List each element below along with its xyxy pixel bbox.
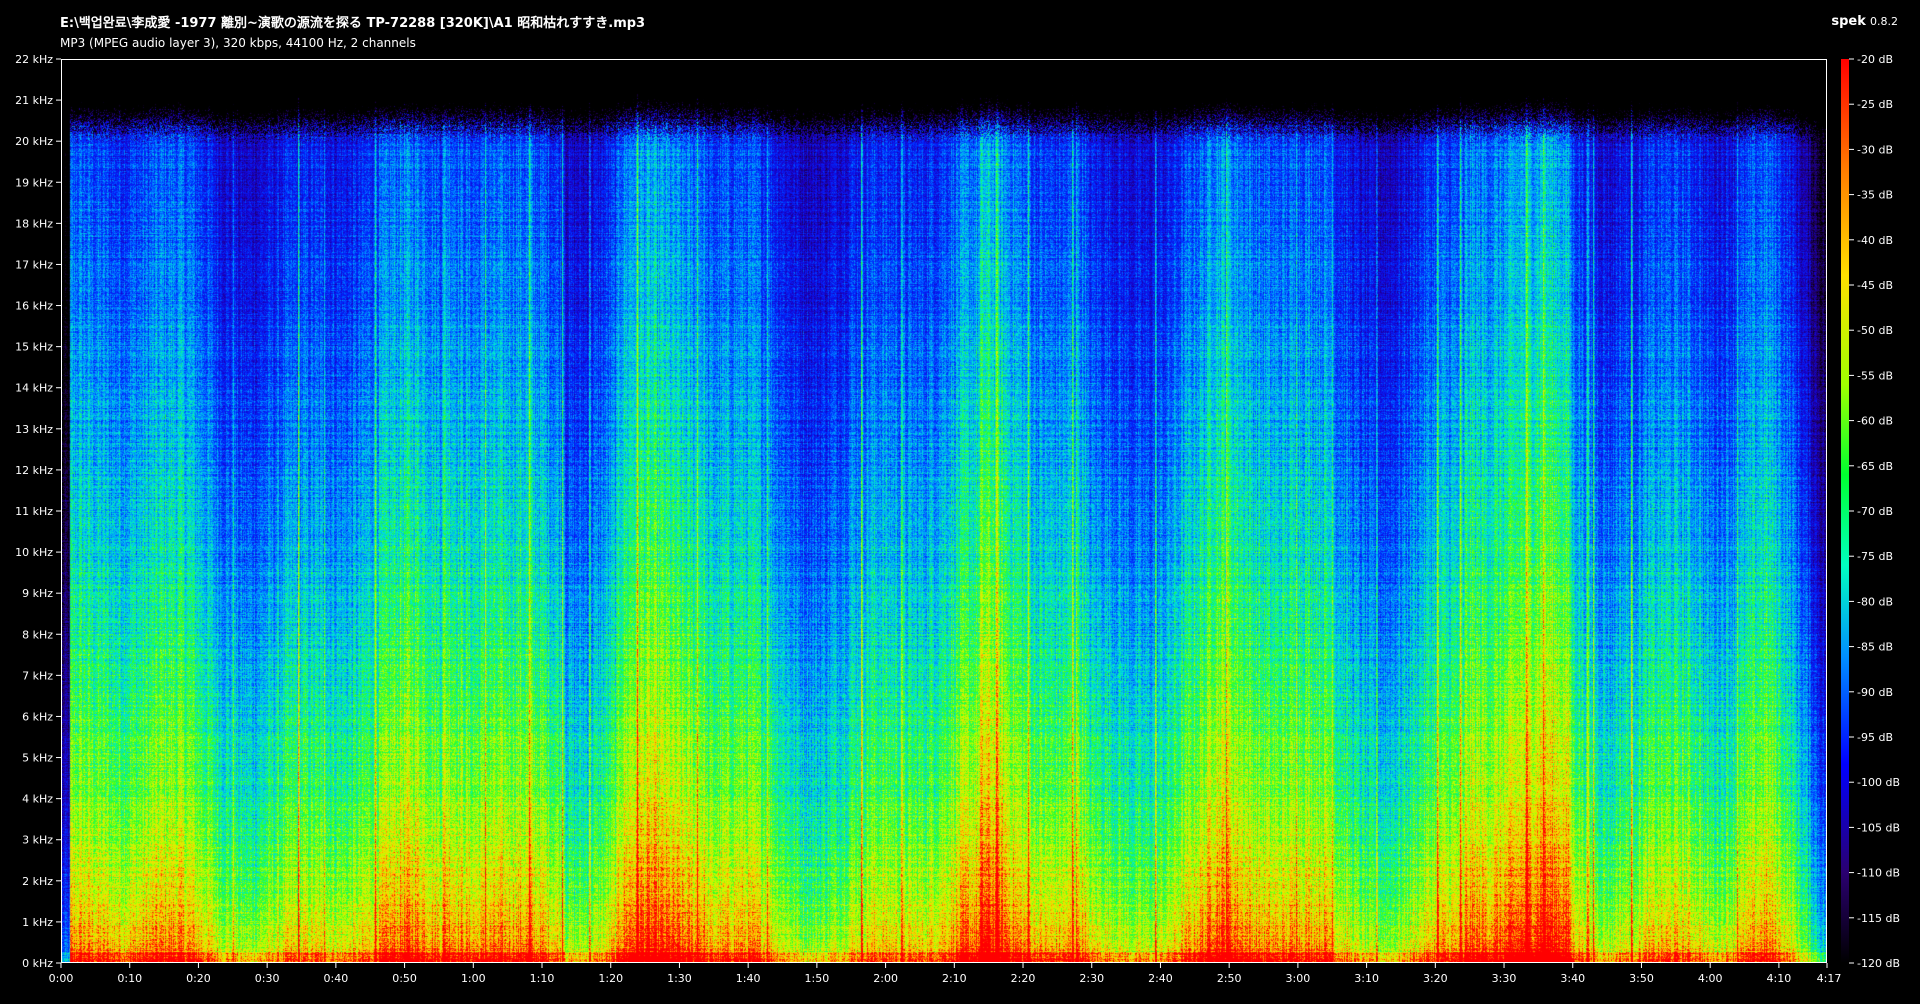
- db-tick-label: -70 dB: [1857, 505, 1893, 518]
- frequency-tick-label: 17 kHz: [15, 258, 53, 271]
- frequency-tick-label: 4 kHz: [22, 793, 53, 806]
- db-tick-label: -65 dB: [1857, 460, 1893, 473]
- time-tick-label: 3:00: [1286, 972, 1311, 985]
- time-tick-label: 0:30: [255, 972, 280, 985]
- app-branding: spek 0.8.2: [1831, 14, 1898, 29]
- db-tick-label: -85 dB: [1857, 641, 1893, 654]
- time-tick-label: 1:00: [461, 972, 486, 985]
- frequency-tick-label: 11 kHz: [15, 505, 53, 518]
- time-tick-label: 4:00: [1698, 972, 1723, 985]
- frequency-tick-label: 20 kHz: [15, 135, 53, 148]
- db-tick-label: -55 dB: [1857, 369, 1893, 382]
- time-tick-label: 0:40: [324, 972, 349, 985]
- frequency-axis: 0 kHz 1 kHz 2 kHz 3 kHz 4 kHz 5 kHz 6 kHz 7 kHz…: [15, 53, 61, 970]
- time-tick-label: 4:10: [1767, 972, 1792, 985]
- db-tick-label: -35 dB: [1857, 189, 1893, 202]
- frequency-tick-label: 22 kHz: [15, 53, 53, 66]
- time-tick-label: 3:50: [1629, 972, 1654, 985]
- frequency-tick-label: 13 kHz: [15, 423, 53, 436]
- frequency-tick-label: 12 kHz: [15, 464, 53, 477]
- db-tick-label: -80 dB: [1857, 595, 1893, 608]
- time-tick-label: 3:20: [1423, 972, 1448, 985]
- time-tick-label: 1:10: [530, 972, 555, 985]
- time-tick-label: 3:40: [1560, 972, 1585, 985]
- frequency-tick-label: 15 kHz: [15, 341, 53, 354]
- frequency-tick-label: 16 kHz: [15, 300, 53, 313]
- time-tick-label: 2:00: [873, 972, 898, 985]
- time-tick-label: 2:40: [1148, 972, 1173, 985]
- time-tick-label: 2:20: [1011, 972, 1036, 985]
- frequency-tick-label: 21 kHz: [15, 94, 53, 107]
- frequency-tick-label: 5 kHz: [22, 752, 53, 765]
- time-tick-label: 0:10: [117, 972, 142, 985]
- frequency-tick-label: 8 kHz: [22, 628, 53, 641]
- app-name: spek: [1831, 14, 1866, 29]
- time-end-label: 4:17: [1817, 972, 1842, 985]
- db-tick-label: -75 dB: [1857, 550, 1893, 563]
- audio-format-info: MP3 (MPEG audio layer 3), 320 kbps, 4410…: [60, 36, 416, 50]
- spectrogram-heatmap: [62, 60, 1826, 962]
- time-axis: 0:00 0:10 0:20 0:30 0:40 0:50 1:00 1:10 1:20 1:30…: [49, 963, 1842, 985]
- time-tick-label: 0:50: [392, 972, 417, 985]
- db-tick-label: -45 dB: [1857, 279, 1893, 292]
- db-tick-label: -95 dB: [1857, 731, 1893, 744]
- time-tick-label: 3:10: [1354, 972, 1379, 985]
- file-path-title: E:\백업완료\李成愛 -1977 離別~演歌の源流を探る TP-72288 […: [60, 16, 646, 31]
- time-tick-label: 2:50: [1217, 972, 1242, 985]
- db-tick-label: -100 dB: [1857, 776, 1900, 789]
- db-tick-label: -25 dB: [1857, 98, 1893, 111]
- db-tick-label: -30 dB: [1857, 143, 1893, 156]
- frequency-tick-label: 1 kHz: [22, 916, 53, 929]
- frequency-tick-label: 3 kHz: [22, 834, 53, 847]
- time-tick-label: 1:20: [598, 972, 623, 985]
- db-tick-label: -110 dB: [1857, 867, 1900, 880]
- db-tick-label: -105 dB: [1857, 821, 1900, 834]
- db-tick-label: -50 dB: [1857, 324, 1893, 337]
- time-tick-label: 0:20: [186, 972, 211, 985]
- frequency-tick-label: 6 kHz: [22, 710, 53, 723]
- frequency-tick-label: 10 kHz: [15, 546, 53, 559]
- time-tick-label: 0:00: [49, 972, 74, 985]
- time-tick-label: 1:30: [667, 972, 692, 985]
- db-scale-axis: -20 dB -25 dB -30 dB -35 dB -40 dB -45 dB -50 …: [1849, 53, 1900, 970]
- db-color-scale: [1841, 59, 1849, 963]
- time-tick-label: 2:10: [942, 972, 967, 985]
- time-tick-label: 2:30: [1079, 972, 1104, 985]
- db-tick-label: -60 dB: [1857, 415, 1893, 428]
- db-tick-label: -120 dB: [1857, 957, 1900, 970]
- frequency-tick-label: 18 kHz: [15, 217, 53, 230]
- frequency-tick-label: 14 kHz: [15, 382, 53, 395]
- frequency-tick-label: 19 kHz: [15, 176, 53, 189]
- time-tick-label: 1:40: [736, 972, 761, 985]
- time-tick-label: 3:30: [1492, 972, 1517, 985]
- frequency-tick-label: 9 kHz: [22, 587, 53, 600]
- spek-window: E:\백업완료\李成愛 -1977 離別~演歌の源流を探る TP-72288 […: [0, 0, 1920, 1004]
- frequency-tick-label: 2 kHz: [22, 875, 53, 888]
- spectrogram-plot: [61, 59, 1827, 963]
- db-tick-label: -40 dB: [1857, 234, 1893, 247]
- db-tick-label: -115 dB: [1857, 912, 1900, 925]
- frequency-tick-label: 0 kHz: [22, 957, 53, 970]
- db-tick-label: -20 dB: [1857, 53, 1893, 66]
- time-tick-label: 1:50: [805, 972, 830, 985]
- frequency-tick-label: 7 kHz: [22, 669, 53, 682]
- db-tick-label: -90 dB: [1857, 686, 1893, 699]
- app-version: 0.8.2: [1870, 15, 1898, 28]
